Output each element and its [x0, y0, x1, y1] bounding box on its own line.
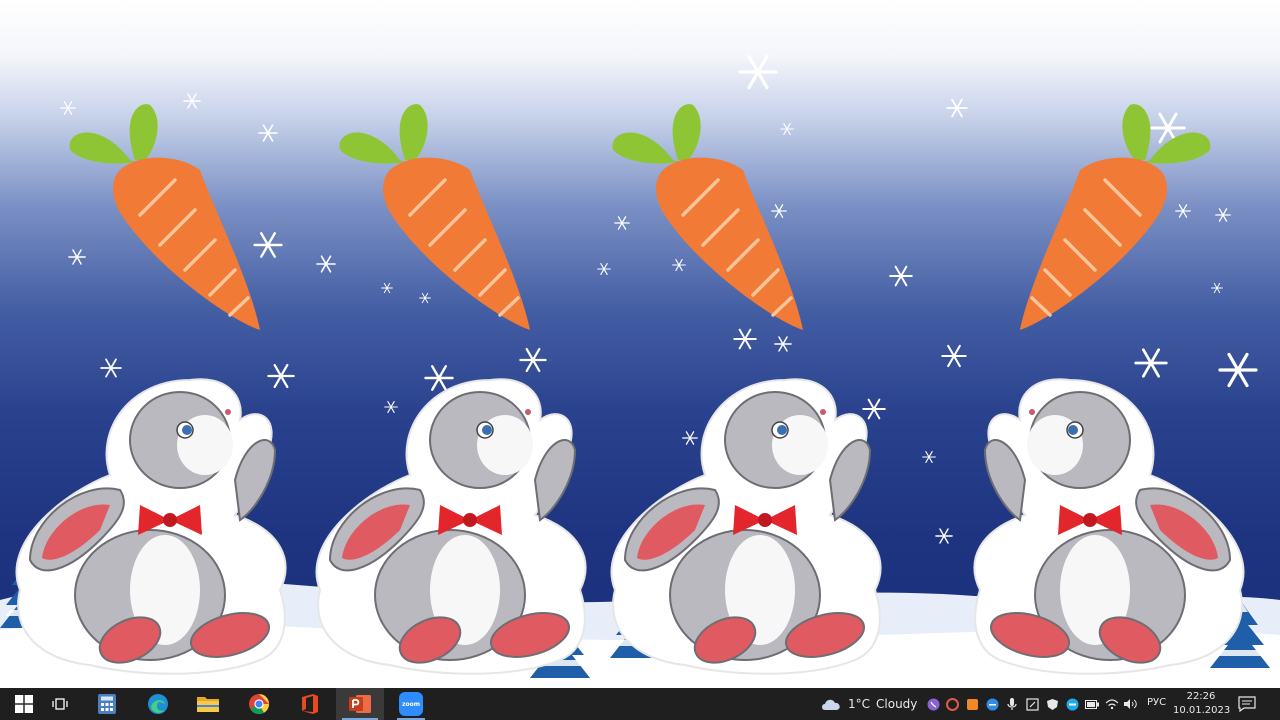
slide-artwork: [0, 54, 1280, 688]
task-view-icon: [52, 698, 68, 710]
taskbar: zoom 1°C Cloudy РУС 22:26 10.01.2023: [0, 688, 1280, 720]
tray-viber-icon[interactable]: [926, 696, 940, 712]
notification-icon: [1238, 696, 1256, 713]
taskbar-chrome[interactable]: [235, 688, 283, 720]
weather-condition: Cloudy: [876, 697, 918, 711]
tray-battery-icon[interactable]: [1085, 696, 1099, 712]
tray-wifi-icon[interactable]: [1105, 696, 1119, 712]
tray-telegram-icon[interactable]: [985, 696, 999, 712]
taskbar-zoom[interactable]: zoom: [387, 688, 435, 720]
tray-update-icon[interactable]: [965, 696, 979, 712]
cloud-icon: [822, 699, 840, 710]
windows-logo-icon: [15, 695, 33, 713]
tray-pen-icon[interactable]: [1025, 696, 1039, 712]
taskbar-powerpoint[interactable]: [336, 688, 384, 720]
notification-center-button[interactable]: [1238, 696, 1258, 713]
edge-browser-icon: [148, 694, 168, 714]
zoom-app-icon: zoom: [399, 692, 423, 716]
powerpoint-icon: [349, 695, 371, 713]
taskbar-edge[interactable]: [134, 688, 182, 720]
calculator-icon: [98, 694, 116, 714]
tray-volume-icon[interactable]: [1123, 696, 1137, 712]
clock-date: 10.01.2023: [1173, 705, 1231, 716]
weather-temperature: 1°C: [848, 697, 871, 711]
tray-microphone-icon[interactable]: [1005, 696, 1019, 712]
weather-widget[interactable]: 1°C Cloudy: [820, 688, 917, 720]
task-view-button[interactable]: [36, 688, 84, 720]
office-icon: [302, 694, 318, 714]
taskbar-office[interactable]: [286, 688, 334, 720]
system-clock[interactable]: 22:26 10.01.2023: [1173, 690, 1231, 718]
clock-time: 22:26: [1186, 691, 1216, 702]
zoom-icon-label: zoom: [402, 700, 420, 708]
tray-security-icon[interactable]: [1045, 696, 1059, 712]
taskbar-calculator[interactable]: [83, 688, 131, 720]
tray-app-icon[interactable]: [945, 696, 959, 712]
input-language-indicator[interactable]: РУС: [1147, 697, 1166, 708]
taskbar-file-explorer[interactable]: [184, 688, 232, 720]
folder-icon: [197, 697, 219, 712]
chrome-browser-icon: [249, 694, 270, 715]
presentation-slide: [0, 0, 1280, 688]
tray-skype-icon[interactable]: [1065, 696, 1079, 712]
